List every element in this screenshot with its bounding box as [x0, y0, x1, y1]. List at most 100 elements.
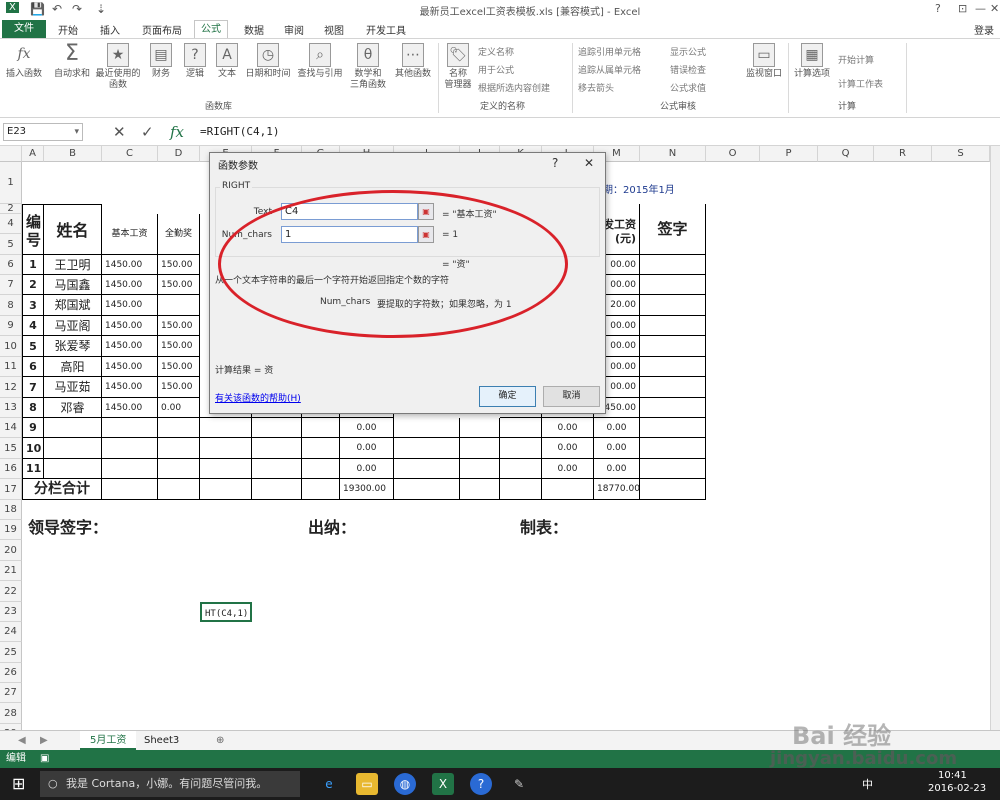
dialog-help-button[interactable]: ?	[552, 156, 558, 170]
empty-cell[interactable]	[640, 418, 706, 438]
employee-number[interactable]: 8	[22, 398, 44, 418]
header-name[interactable]: 姓名	[44, 204, 102, 255]
empty-cell[interactable]	[200, 418, 252, 438]
row-header[interactable]: 14	[0, 418, 22, 438]
empty-cell[interactable]	[252, 459, 302, 479]
empty-cell[interactable]	[500, 459, 542, 479]
row-header[interactable]: 22	[0, 581, 22, 602]
empty-cell[interactable]	[102, 459, 158, 479]
empty-cell[interactable]	[158, 479, 200, 500]
deduction-cell[interactable]: 0.00	[542, 438, 594, 459]
employee-name[interactable]	[44, 418, 102, 438]
define-name-button[interactable]: 定义名称	[478, 45, 514, 58]
show-formulas-button[interactable]: 显示公式	[670, 45, 706, 58]
undo-icon[interactable]: ↶	[52, 2, 62, 16]
use-in-formula-button[interactable]: 用于公式	[478, 63, 514, 76]
attendance-cell[interactable]: 150.00	[158, 377, 200, 398]
column-header[interactable]: B	[44, 146, 102, 162]
row-header[interactable]: 20	[0, 540, 22, 561]
arg-text-input[interactable]: C4	[281, 203, 418, 220]
save-icon[interactable]: 💾	[30, 2, 45, 16]
signature-cell[interactable]	[640, 295, 706, 316]
tab-view[interactable]: 视图	[324, 22, 344, 37]
attendance-cell[interactable]: 150.00	[158, 316, 200, 336]
collapse-dialog-icon[interactable]: ▣	[418, 203, 434, 220]
row-header[interactable]: 10	[0, 336, 22, 357]
base-salary-cell[interactable]: 1450.00	[102, 357, 158, 377]
tab-file[interactable]: 文件	[2, 20, 46, 38]
empty-cell[interactable]	[640, 479, 706, 500]
total-cell[interactable]: 0.00	[340, 459, 394, 479]
ribbon-display-icon[interactable]: ⊡	[958, 2, 967, 15]
windows-start-icon[interactable]: ⊞	[12, 774, 25, 793]
total-cell[interactable]: 0.00	[340, 438, 394, 459]
create-from-selection-button[interactable]: 根据所选内容创建	[478, 81, 550, 94]
attendance-cell[interactable]: 150.00	[158, 275, 200, 295]
employee-name[interactable]: 马亚茹	[44, 377, 102, 398]
ie-globe-icon[interactable]: ◍	[394, 773, 416, 795]
active-cell-e23[interactable]: HT(C4,1)	[200, 602, 252, 622]
watch-window-button[interactable]: ▭ 监视窗口	[742, 39, 786, 80]
empty-cell[interactable]	[460, 479, 500, 500]
empty-cell[interactable]	[302, 438, 340, 459]
attendance-cell[interactable]: 150.00	[158, 255, 200, 275]
next-sheet-icon[interactable]: ▶	[30, 731, 58, 750]
column-header[interactable]: O	[706, 146, 760, 162]
row-header[interactable]: 16	[0, 459, 22, 479]
row-header[interactable]: 13	[0, 398, 22, 418]
column-header[interactable]: C	[102, 146, 158, 162]
header-attendance[interactable]: 全勤奖	[158, 214, 200, 255]
cancel-button[interactable]: 取消	[543, 386, 600, 407]
collapse-dialog-icon[interactable]: ▣	[418, 226, 434, 243]
function-help-link[interactable]: 有关该函数的帮助(H)	[215, 391, 301, 404]
empty-cell[interactable]	[542, 479, 594, 500]
sheet-tab-may-salary[interactable]: 5月工资	[80, 731, 137, 750]
column-header[interactable]: P	[760, 146, 818, 162]
vertical-scrollbar[interactable]	[990, 146, 1000, 730]
column-header[interactable]: N	[640, 146, 706, 162]
calc-sheet-button[interactable]: 计算工作表	[838, 77, 883, 90]
sheet-tab-sheet3[interactable]: Sheet3	[134, 731, 189, 750]
column-header[interactable]: S	[932, 146, 990, 162]
signature-cell[interactable]	[640, 377, 706, 398]
row-header[interactable]: 18	[0, 500, 22, 520]
deduction-cell[interactable]: 0.00	[542, 459, 594, 479]
base-salary-cell[interactable]: 1450.00	[102, 275, 158, 295]
empty-cell[interactable]	[460, 438, 500, 459]
fx-icon[interactable]: fx	[170, 123, 184, 141]
employee-number[interactable]: 2	[22, 275, 44, 295]
empty-cell[interactable]	[102, 438, 158, 459]
insert-function-button[interactable]: fx 插入函数	[2, 39, 46, 80]
edge-browser-icon[interactable]: e	[318, 773, 340, 795]
calc-options-button[interactable]: ▦ 计算选项	[790, 39, 834, 80]
login-link[interactable]: 登录	[974, 22, 994, 37]
net-pay-cell[interactable]: 0.00	[594, 418, 640, 438]
empty-cell[interactable]	[394, 438, 460, 459]
ime-indicator[interactable]: 中	[862, 776, 873, 792]
subtotal-net-pay[interactable]: 18770.00	[594, 479, 640, 500]
column-header[interactable]: D	[158, 146, 200, 162]
excel-taskbar-icon[interactable]: X	[432, 773, 454, 795]
empty-cell[interactable]	[158, 459, 200, 479]
employee-name[interactable]	[44, 459, 102, 479]
more-functions-button[interactable]: ⋯ 其他函数	[392, 39, 434, 80]
lookup-button[interactable]: ⌕ 查找与引用	[294, 39, 346, 80]
signature-cell[interactable]	[640, 316, 706, 336]
date-text[interactable]: 期：2015年1月	[600, 162, 710, 204]
redo-icon[interactable]: ↷	[72, 2, 82, 16]
row-header[interactable]: 23	[0, 602, 22, 622]
row-header[interactable]: 2	[0, 204, 22, 214]
employee-name[interactable]	[44, 438, 102, 459]
financial-button[interactable]: ▤ 财务	[144, 39, 178, 80]
tab-developer[interactable]: 开发工具	[366, 22, 406, 37]
row-header[interactable]: 8	[0, 295, 22, 316]
employee-name[interactable]: 马亚阁	[44, 316, 102, 336]
error-checking-button[interactable]: 错误检查	[670, 63, 706, 76]
empty-cell[interactable]	[460, 459, 500, 479]
employee-name[interactable]: 张爱琴	[44, 336, 102, 357]
deduction-cell[interactable]: 0.00	[542, 418, 594, 438]
empty-cell[interactable]	[200, 479, 252, 500]
employee-name[interactable]: 高阳	[44, 357, 102, 377]
empty-cell[interactable]	[640, 438, 706, 459]
net-pay-cell[interactable]: 0.00	[594, 438, 640, 459]
